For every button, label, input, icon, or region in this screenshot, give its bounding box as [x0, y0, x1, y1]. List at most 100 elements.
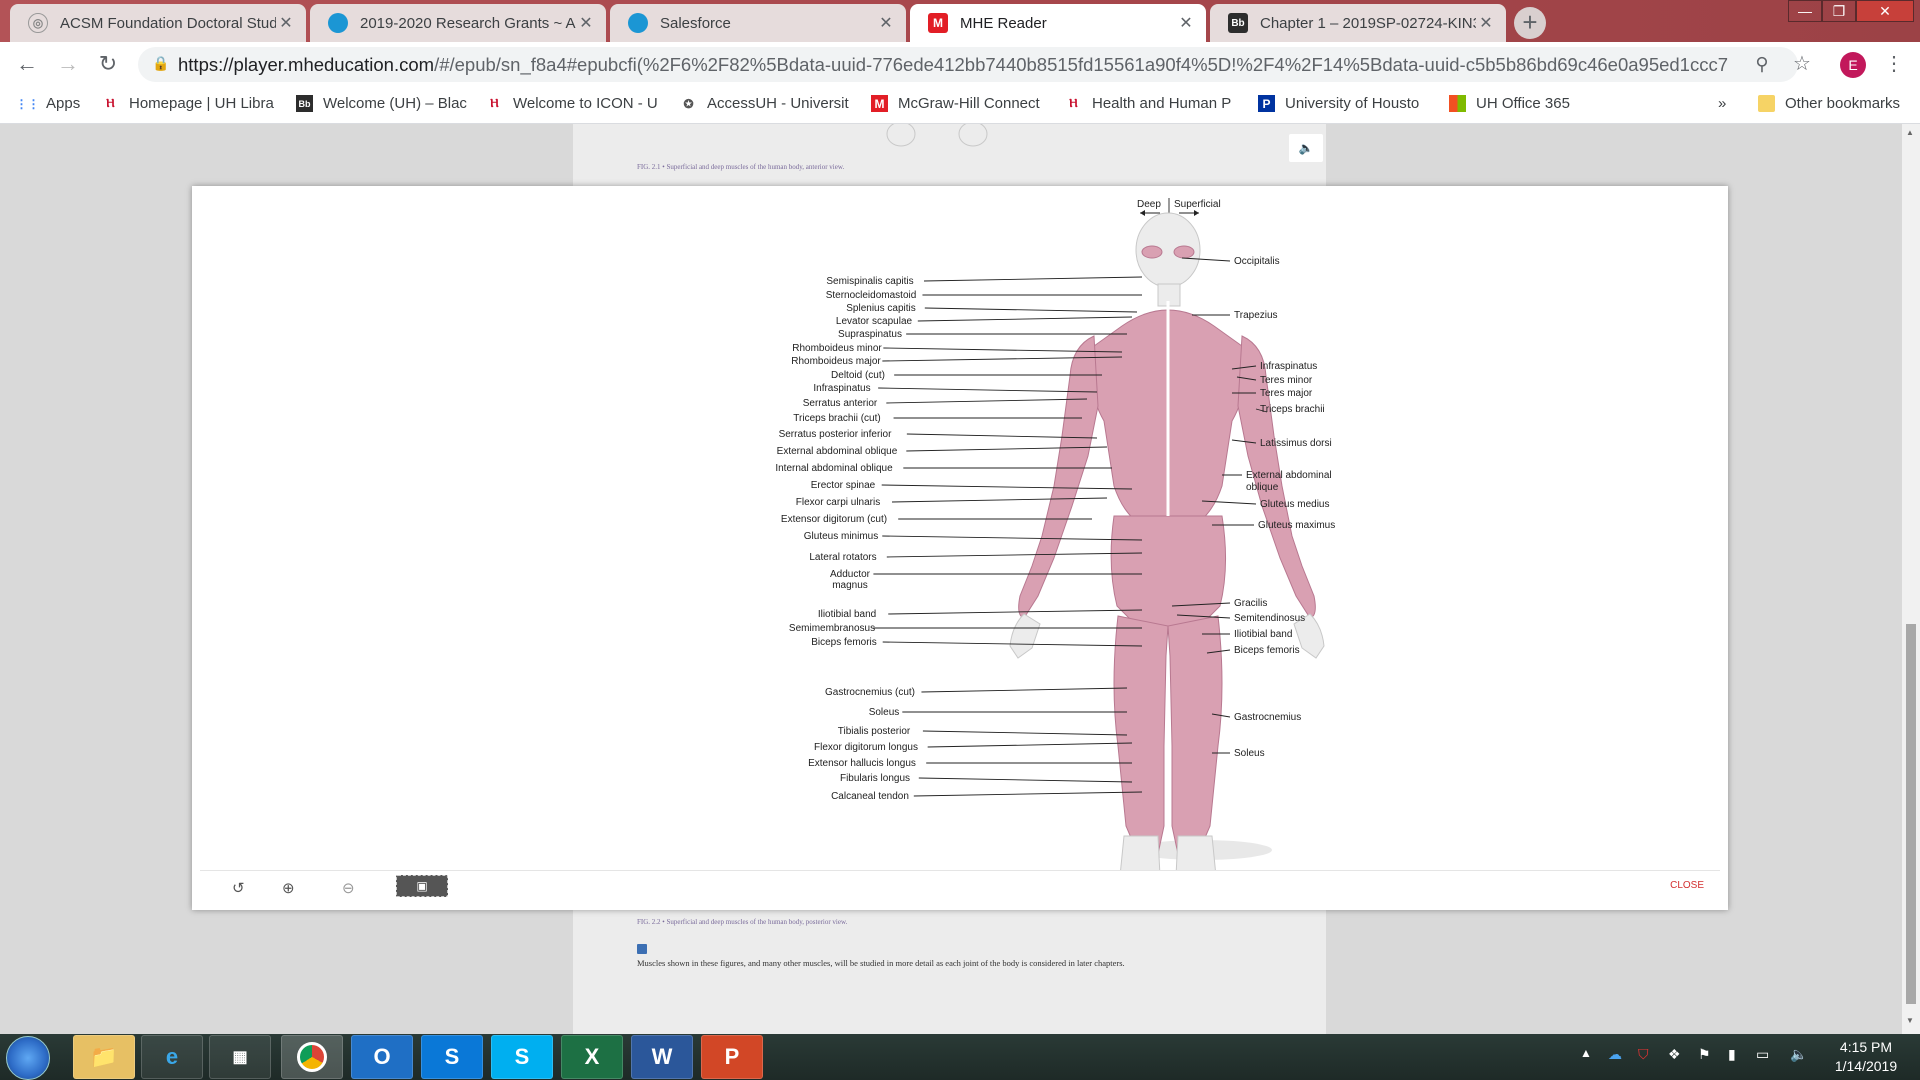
- onedrive-icon[interactable]: ☁: [1608, 1046, 1622, 1063]
- url-text[interactable]: https://player.mheducation.com/#/epub/sn…: [178, 54, 1728, 76]
- bookmark-health-human[interactable]: Ⲏ Health and Human P: [1065, 95, 1231, 112]
- skype-button[interactable]: S: [491, 1035, 553, 1079]
- muscle-label-left: Rhomboideus minor: [792, 343, 882, 354]
- back-arrow-icon[interactable]: ←: [11, 48, 43, 80]
- muscle-label-right: Gluteus maximus: [1258, 520, 1335, 531]
- device-icon[interactable]: ▮: [1728, 1046, 1736, 1063]
- close-icon[interactable]: ✕: [1476, 13, 1496, 33]
- other-bookmarks[interactable]: Other bookmarks: [1758, 95, 1900, 112]
- muscle-label-right: Gastrocnemius: [1234, 712, 1301, 723]
- tab-acsm[interactable]: ◎ ACSM Foundation Doctoral Stud ✕: [10, 4, 306, 42]
- scroll-up-icon[interactable]: ▲: [1906, 128, 1914, 137]
- lock-icon: 🔒: [152, 55, 170, 71]
- muscle-label-left: Calcaneal tendon: [831, 791, 909, 802]
- bookmark-icon[interactable]: Ⲏ Welcome to ICON - U: [486, 95, 658, 112]
- muscle-label-right: Latissimus dorsi: [1260, 438, 1332, 449]
- close-window-button[interactable]: ✕: [1856, 0, 1914, 22]
- menu-kebab-icon[interactable]: ⋮: [1878, 48, 1910, 80]
- maximize-button[interactable]: ❐: [1822, 0, 1856, 22]
- figure-caption-bottom: FIG. 2.2 • Superficial and deep muscles …: [637, 918, 848, 926]
- muscle-label-right: Teres minor: [1260, 375, 1313, 386]
- close-icon[interactable]: ✕: [276, 13, 296, 33]
- internet-explorer-button[interactable]: e: [141, 1035, 203, 1079]
- minimize-button[interactable]: —: [1788, 0, 1822, 22]
- figure-viewer-modal: Deep Superficial Semispinalis capitis Ste…: [192, 186, 1728, 910]
- leader-line: [917, 316, 1133, 322]
- tab-research-grants[interactable]: 2019-2020 Research Grants ~ AC ✕: [310, 4, 606, 42]
- word-button[interactable]: W: [631, 1035, 693, 1079]
- note-icon[interactable]: [637, 944, 647, 954]
- bookmark-label: Welcome to ICON - U: [513, 95, 658, 112]
- p-logo-icon: P: [1258, 95, 1275, 112]
- file-explorer-button[interactable]: 📁: [73, 1035, 135, 1079]
- close-viewer-button[interactable]: CLOSE: [1670, 880, 1704, 891]
- bookmark-blackboard[interactable]: Bb Welcome (UH) – Blac: [296, 95, 467, 112]
- bookmark-label: McGraw-Hill Connect: [898, 95, 1040, 112]
- bookmark-accessuh[interactable]: ✪ AccessUH - Universit: [680, 95, 848, 112]
- excel-button[interactable]: X: [561, 1035, 623, 1079]
- chrome-button[interactable]: [281, 1035, 343, 1079]
- new-tab-button[interactable]: +: [1514, 7, 1546, 39]
- mcafee-icon[interactable]: ⛉: [1638, 1046, 1649, 1063]
- bookmark-office365[interactable]: UH Office 365: [1449, 95, 1570, 112]
- reload-icon[interactable]: ↻: [92, 48, 124, 80]
- windows-taskbar: 📁 e ▦ O S S X W P ▲ ☁ ⛉ ❖ ⚑ ▮ ▭ 🔈 4:15 P…: [0, 1034, 1920, 1080]
- muscle-label-left: Serratus posterior inferior: [779, 429, 892, 440]
- close-icon[interactable]: ✕: [1176, 13, 1196, 33]
- leader-line: [888, 609, 1143, 615]
- muscle-label-left: Tibialis posterior: [838, 726, 911, 737]
- close-icon[interactable]: ✕: [576, 13, 596, 33]
- tab-title: ACSM Foundation Doctoral Stud: [60, 14, 276, 32]
- bookmark-uh[interactable]: P University of Housto: [1258, 95, 1419, 112]
- page-scrollbar[interactable]: ▲ ▼: [1902, 124, 1920, 1034]
- muscle-label-right: Triceps brachii: [1260, 404, 1325, 415]
- outlook-button[interactable]: O: [351, 1035, 413, 1079]
- skype-business-button[interactable]: S: [421, 1035, 483, 1079]
- muscle-label-right: Gluteus medius: [1260, 499, 1329, 510]
- bookmarks-overflow[interactable]: »: [1718, 95, 1726, 112]
- rotate-icon[interactable]: ↺: [232, 879, 245, 897]
- muscle-label-left: Semispinalis capitis: [826, 276, 913, 287]
- powerpoint-button[interactable]: P: [701, 1035, 763, 1079]
- tab-title: MHE Reader: [960, 14, 1047, 32]
- zoom-in-icon[interactable]: ⊕: [282, 879, 295, 897]
- bookmark-uh-libraries[interactable]: Ⲏ Homepage | UH Libra: [102, 95, 274, 112]
- calculator-icon: ▦: [232, 1049, 248, 1066]
- forward-arrow-icon[interactable]: →: [52, 48, 84, 80]
- fit-screen-button[interactable]: ▣: [396, 875, 448, 897]
- superficial-label: Superficial: [1174, 199, 1221, 210]
- leader-line: [924, 307, 1138, 313]
- bookmark-mcgraw-hill[interactable]: M McGraw-Hill Connect: [871, 95, 1040, 112]
- tray-overflow-icon[interactable]: ▲: [1580, 1046, 1592, 1060]
- calculator-button[interactable]: ▦: [209, 1035, 271, 1079]
- volume-icon[interactable]: 🔈: [1790, 1046, 1807, 1063]
- bookmarks-bar: ⋮⋮ Apps Ⲏ Homepage | UH Libra Bb Welcome…: [0, 87, 1920, 124]
- tab-chapter1[interactable]: Bb Chapter 1 – 2019SP-02724-KIN3 ✕: [1210, 4, 1506, 42]
- zoom-icon[interactable]: ⚲: [1746, 48, 1778, 80]
- close-icon[interactable]: ✕: [876, 13, 896, 33]
- muscle-label-left: Internal abdominal oblique: [775, 463, 893, 474]
- tab-mhe-reader[interactable]: M MHE Reader ✕: [910, 4, 1206, 42]
- start-button[interactable]: [6, 1036, 50, 1080]
- tab-salesforce[interactable]: Salesforce ✕: [610, 4, 906, 42]
- profile-avatar[interactable]: E: [1840, 52, 1866, 78]
- bookmark-label: Homepage | UH Libra: [129, 95, 274, 112]
- viewer-toolbar: ↺ ⊕ ⊖ ▣ CLOSE: [200, 870, 1720, 902]
- action-flag-icon[interactable]: ⚑: [1698, 1046, 1711, 1063]
- bookmark-apps[interactable]: ⋮⋮ Apps: [16, 95, 81, 112]
- address-bar[interactable]: 🔒 https://player.mheducation.com/#/epub/…: [138, 47, 1798, 82]
- bookmark-star-icon[interactable]: ☆: [1786, 48, 1818, 80]
- muscle-label-right: Occipitalis: [1234, 256, 1280, 267]
- scroll-down-icon[interactable]: ▼: [1906, 1016, 1914, 1025]
- muscle-label-left: Levator scapulae: [836, 316, 913, 327]
- url-path: /#/epub/sn_f8a4#epubcfi(%2F6%2F82%5Bdata…: [434, 53, 1728, 75]
- zoom-out-icon[interactable]: ⊖: [342, 879, 355, 897]
- scrollbar-thumb[interactable]: [1906, 624, 1916, 1004]
- muscle-label-left: Infraspinatus: [813, 383, 870, 394]
- mhe-m-icon: M: [928, 13, 948, 33]
- leader-line: [881, 484, 1133, 490]
- audio-speaker-icon[interactable]: 🔈: [1289, 134, 1323, 162]
- network-icon[interactable]: ▭: [1756, 1046, 1769, 1063]
- dropbox-icon[interactable]: ❖: [1668, 1046, 1681, 1063]
- clock[interactable]: 4:15 PM 1/14/2019: [1818, 1038, 1914, 1076]
